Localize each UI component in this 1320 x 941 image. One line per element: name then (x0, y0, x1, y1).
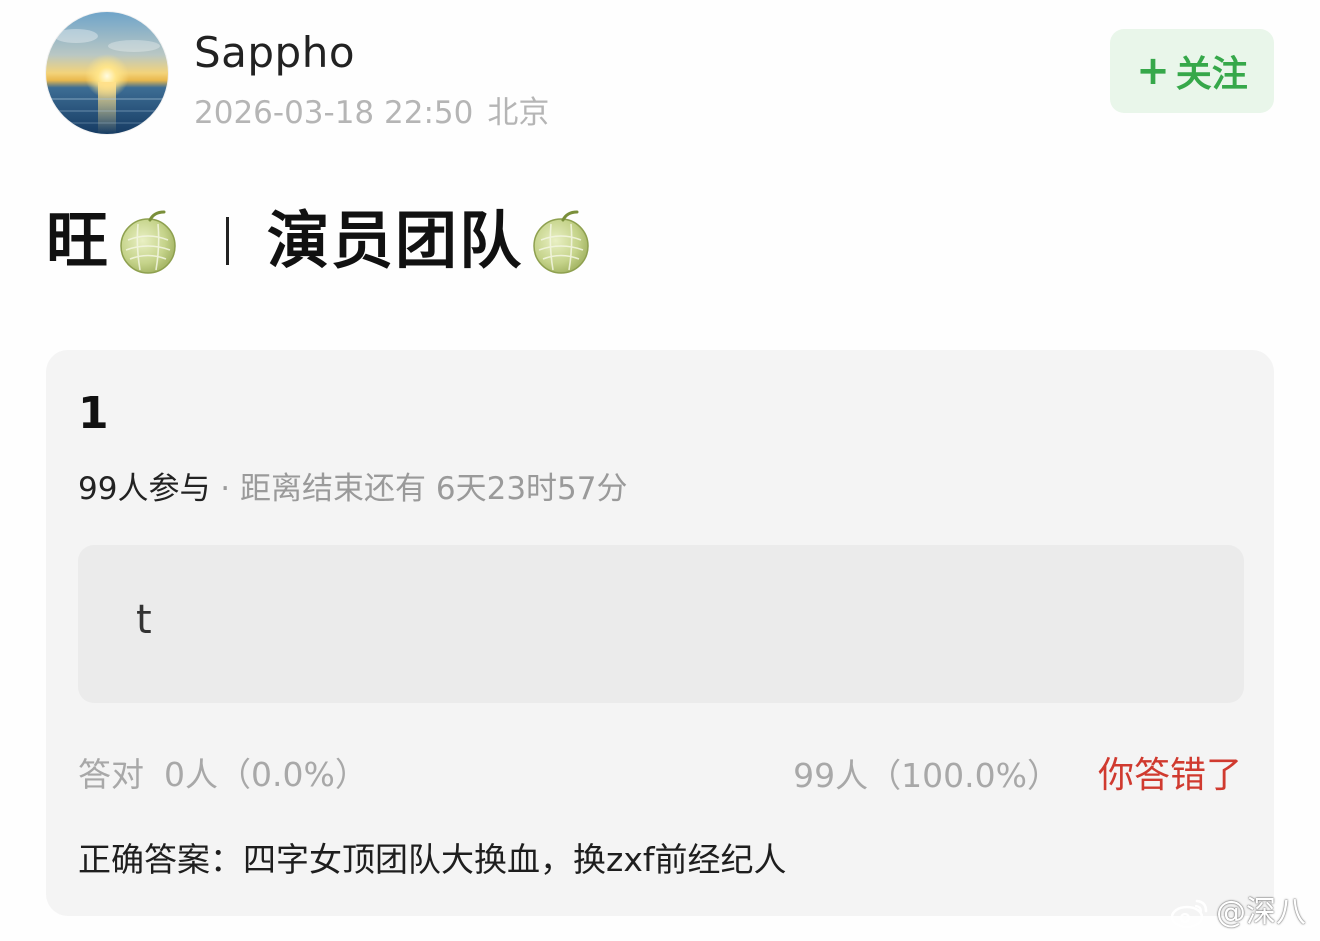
wrong-result-label: 你答错了 (1097, 755, 1242, 796)
title-separator (226, 217, 230, 265)
post-title: 旺 演员团队 (46, 198, 597, 284)
title-part2: 演员团队 (267, 204, 524, 277)
avatar-sunset-image (46, 12, 168, 134)
avatar[interactable] (46, 12, 168, 134)
question-number: 1 (78, 388, 109, 439)
melon-icon (114, 206, 184, 276)
correct-answer: 正确答案：四字女顶团队大换血，换zxf前经纪人 (78, 840, 787, 879)
weibo-logo-icon (1170, 899, 1208, 929)
melon-icon (527, 206, 597, 276)
correct-count: 0人（0.0%） (164, 755, 368, 794)
plus-icon: + (1136, 48, 1170, 94)
quiz-option[interactable]: t (78, 545, 1244, 703)
option-text: t (136, 597, 152, 643)
watermark-text: @深八 (1216, 895, 1306, 930)
follow-label: 关注 (1175, 54, 1248, 95)
title-part1: 旺 (46, 204, 111, 277)
watermark: @深八 (1170, 897, 1306, 929)
quiz-info: 99人参与 · 距离结束还有 6天23时57分 (78, 474, 627, 505)
participant-count: 99人参与 (78, 471, 211, 507)
quiz-card: 1 99人参与 · 距离结束还有 6天23时57分 t 答对 0人（0.0%） 9… (46, 350, 1274, 916)
post-datetime: 2026-03-18 22:50 (194, 95, 474, 131)
username[interactable]: Sappho (194, 32, 355, 74)
post-location: 北京 (487, 95, 550, 131)
time-remaining: · 距离结束还有 6天23时57分 (210, 471, 628, 507)
follow-button[interactable]: + 关注 (1110, 29, 1274, 113)
wrong-stats: 99人（100.0%） 你答错了 (793, 758, 1242, 794)
correct-label: 答对 (78, 755, 144, 794)
correct-stats: 答对 0人（0.0%） (78, 758, 368, 791)
post-meta: 2026-03-18 22:50 北京 (194, 98, 549, 129)
wrong-count: 99人（100.0%） (793, 756, 1060, 795)
post-header: Sappho 2026-03-18 22:50 北京 + 关注 (46, 12, 1274, 137)
